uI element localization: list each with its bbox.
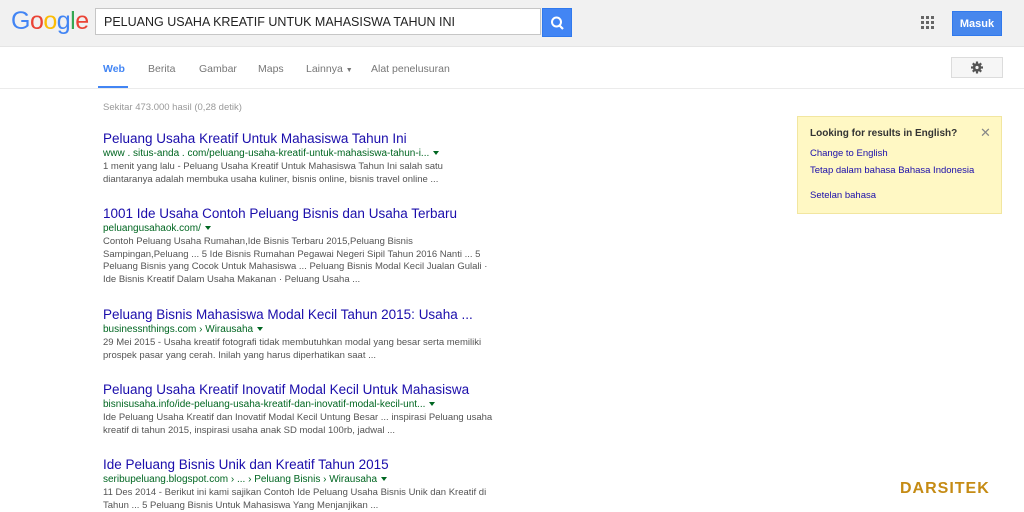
result-snippet: 11 Des 2014 - Berikut ini kami sajikan C…: [103, 487, 487, 511]
header-bar: Google PELUANG USAHA KREATIF UNTUK MAHAS…: [0, 0, 1024, 47]
tab-gambar[interactable]: Gambar: [199, 63, 237, 75]
result-title-link[interactable]: Peluang Bisnis Mahasiswa Modal Kecil Tah…: [103, 307, 493, 322]
tab-lainnya-label: Lainnya: [306, 63, 343, 75]
result-url: seribupeluang.blogspot.com › ... › Pelua…: [103, 474, 493, 485]
tab-search-tools[interactable]: Alat penelusuran: [371, 63, 450, 75]
language-settings-link[interactable]: Setelan bahasa: [810, 190, 876, 201]
result-url-text: www . situs-anda . com/peluang-usaha-kre…: [103, 148, 430, 159]
result-snippet: 29 Mei 2015 - Usaha kreatif fotografi ti…: [103, 337, 482, 361]
result-url: businessnthings.com › Wirausaha: [103, 324, 493, 335]
result-url-text: businessnthings.com › Wirausaha: [103, 324, 254, 335]
settings-button[interactable]: [951, 57, 1003, 78]
search-result: 1001 Ide Usaha Contoh Peluang Bisnis dan…: [103, 206, 493, 286]
url-menu-arrow-icon[interactable]: [429, 402, 436, 407]
change-to-english-link[interactable]: Change to English: [810, 148, 888, 159]
sign-in-button[interactable]: Masuk: [952, 11, 1002, 36]
url-menu-arrow-icon[interactable]: [433, 151, 440, 156]
tab-lainnya[interactable]: Lainnya ▼: [306, 63, 353, 75]
result-title-link[interactable]: Peluang Usaha Kreatif Inovatif Modal Kec…: [103, 382, 493, 397]
url-menu-arrow-icon[interactable]: [257, 327, 264, 332]
search-result: Peluang Usaha Kreatif Inovatif Modal Kec…: [103, 382, 493, 437]
gear-icon: [971, 61, 983, 74]
header-divider: [0, 88, 1024, 89]
close-icon[interactable]: ✕: [980, 125, 991, 141]
result-title-link[interactable]: Ide Peluang Bisnis Unik dan Kreatif Tahu…: [103, 457, 493, 472]
result-stats: Sekitar 473.000 hasil (0,28 detik): [103, 102, 242, 113]
tab-berita[interactable]: Berita: [148, 63, 175, 75]
search-icon: [551, 16, 564, 30]
search-button[interactable]: [542, 8, 572, 37]
search-input[interactable]: PELUANG USAHA KREATIF UNTUK MAHASISWA TA…: [95, 8, 541, 35]
dropdown-arrow-icon: ▼: [345, 67, 353, 74]
result-snippet: 1 menit yang lalu - Peluang Usaha Kreati…: [103, 161, 443, 185]
url-menu-arrow-icon[interactable]: [381, 477, 388, 482]
url-menu-arrow-icon[interactable]: [204, 226, 211, 231]
result-title-link[interactable]: 1001 Ide Usaha Contoh Peluang Bisnis dan…: [103, 206, 493, 221]
result-snippet: Contoh Peluang Usaha Rumahan,Ide Bisnis …: [103, 236, 488, 285]
tab-web[interactable]: Web: [103, 63, 125, 75]
result-url-text: bisnisusaha.info/ide-peluang-usaha-kreat…: [103, 399, 426, 410]
search-result: Peluang Bisnis Mahasiswa Modal Kecil Tah…: [103, 307, 493, 362]
result-title-link[interactable]: Peluang Usaha Kreatif Untuk Mahasiswa Ta…: [103, 131, 493, 146]
result-snippet: Ide Peluang Usaha Kreatif dan Inovatif M…: [103, 412, 493, 436]
search-result: Peluang Usaha Kreatif Untuk Mahasiswa Ta…: [103, 131, 493, 186]
result-url: www . situs-anda . com/peluang-usaha-kre…: [103, 148, 493, 159]
language-box-title: Looking for results in English?: [810, 128, 958, 139]
search-result: Ide Peluang Bisnis Unik dan Kreatif Tahu…: [103, 457, 493, 512]
result-url-text: seribupeluang.blogspot.com › ... › Pelua…: [103, 474, 378, 485]
result-url: bisnisusaha.info/ide-peluang-usaha-kreat…: [103, 399, 493, 410]
tab-maps[interactable]: Maps: [258, 63, 284, 75]
watermark-logo: DARSITEK: [900, 480, 990, 497]
google-logo[interactable]: Google: [11, 7, 89, 36]
language-suggestion-box: Looking for results in English? ✕ Change…: [797, 116, 1002, 214]
result-url: peluangusahaok.com/: [103, 223, 493, 234]
apps-grid-icon[interactable]: [921, 16, 935, 30]
result-url-text: peluangusahaok.com/: [103, 223, 201, 234]
keep-indonesian-link[interactable]: Tetap dalam bahasa Bahasa Indonesia: [810, 165, 974, 176]
